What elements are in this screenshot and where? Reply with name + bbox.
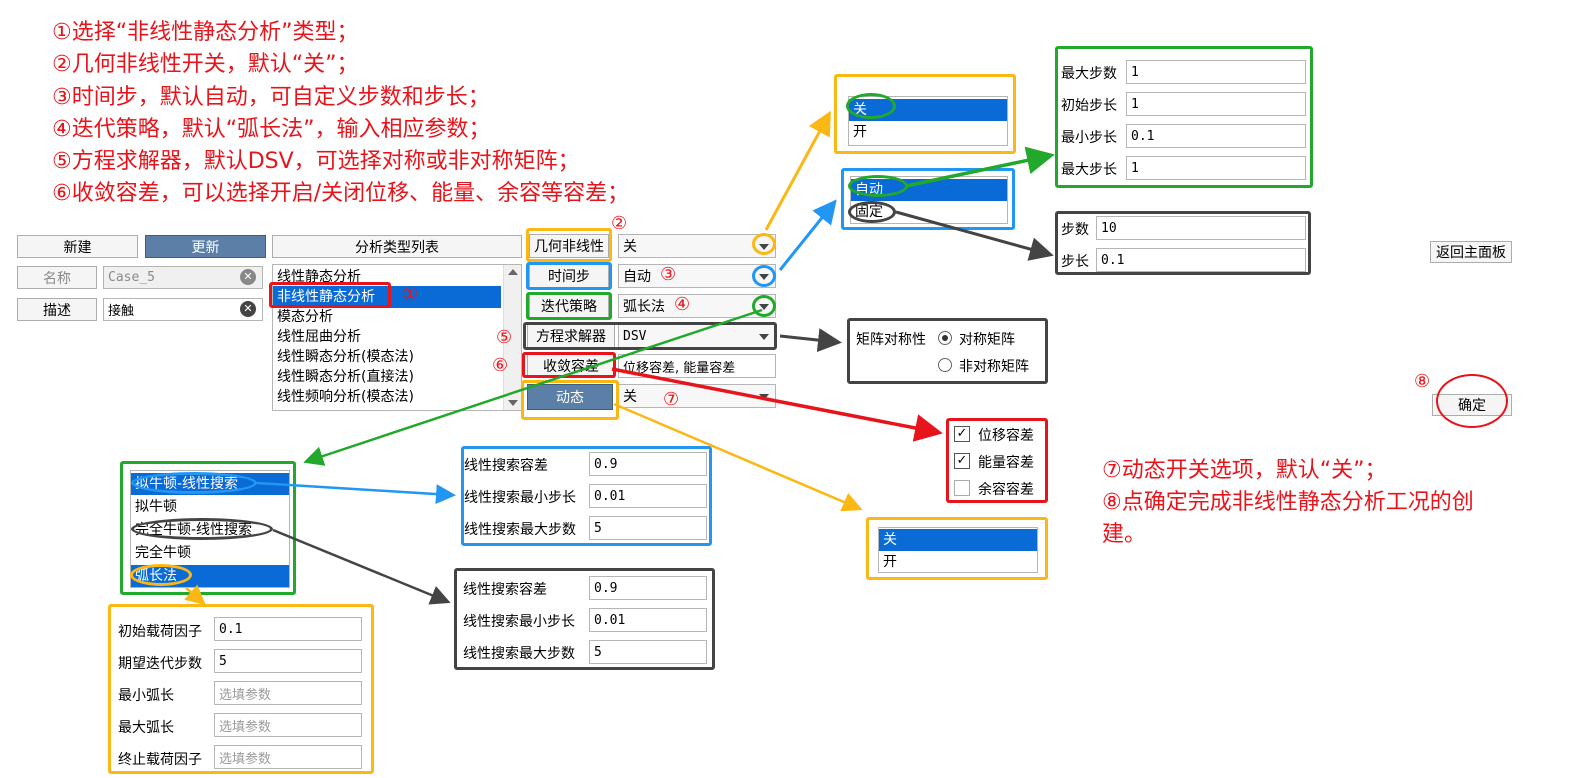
arrow-solver-to-matrix <box>779 328 842 353</box>
arrow-fn-to-ls-dark <box>272 528 451 605</box>
arrow-fixed-to-params <box>895 210 1054 261</box>
arrow-dynamic-to-popup <box>613 402 863 512</box>
arrow-qn-to-ls-blue <box>256 481 456 505</box>
arrow-geo-to-popup <box>764 110 831 231</box>
connector-arrows <box>184 110 1055 606</box>
arrow-timestep-to-popup <box>778 199 837 271</box>
arrow-auto-to-params <box>905 146 1055 188</box>
arrow-arc-to-params <box>184 584 206 606</box>
